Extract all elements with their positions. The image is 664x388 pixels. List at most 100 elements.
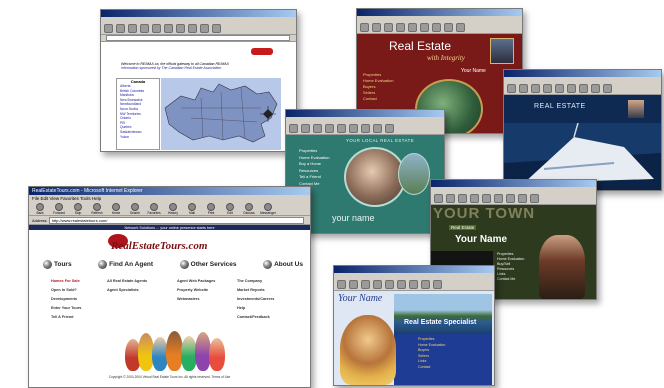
globe-icon [43,260,52,269]
nav-link[interactable]: Contact Me [497,277,524,282]
badge-label: Real Estate [449,225,477,230]
link-item[interactable]: Agent Specialists [107,286,147,295]
agent-name: Your Name [455,234,508,245]
toolbar-button[interactable]: Search [126,203,144,215]
link-column: All Real Estate Agents Agent Specialists [107,277,147,295]
realestatetours-window[interactable]: RealEstateTours.com - Microsoft Internet… [28,186,311,388]
nav-header[interactable]: Tours [43,260,72,269]
toolbar-label: Back [36,211,44,215]
yacht-site-window[interactable]: REAL ESTATE [503,69,662,191]
agent-photo [340,315,396,385]
toolbar-button[interactable]: Discuss [240,203,258,215]
nav-header-label: Tours [54,261,72,268]
address-label: Address [32,217,47,223]
link-item[interactable]: Investments/Careers [237,295,274,304]
window-titlebar [431,180,596,187]
nav-header[interactable]: Other Services [179,260,237,269]
address-bar[interactable] [101,35,296,42]
agent-photo [539,235,585,299]
toolbar-icon [131,203,139,211]
heading-line-2: Information sponsored by The Canadian Re… [121,66,222,70]
toolbar-icon [112,203,120,211]
toolbar-button[interactable]: Home [107,203,125,215]
toolbar-label: Discuss [243,211,255,215]
link-column: Agent Web Packages Property Website Webmas… [177,277,215,304]
toolbar-icon [55,203,63,211]
link-item[interactable]: Contact/Feedback [237,313,274,322]
window-titlebar: RealEstateTours.com - Microsoft Internet… [29,187,310,195]
toolbar-label: Refresh [91,211,103,215]
nav-link[interactable]: Contact [363,96,393,102]
address-bar[interactable]: Address http://www.realestatetours.com/ [29,216,310,225]
link-item[interactable]: Webmasters [177,295,215,304]
toolbar-label: Edit [227,211,233,215]
toolbar-label: Messenger [260,211,276,215]
site-title: Real Estate Specialist [404,319,477,326]
globe-icon [263,260,273,269]
site-logo [251,48,273,55]
agent-photo [490,38,514,64]
specialist-site-window[interactable]: Your Name Real Estate Specialist Propert… [333,265,495,386]
link-item[interactable]: Property Website [177,286,215,295]
globe-icon [98,260,108,269]
toolbar-button[interactable]: Edit [221,203,239,215]
town-banner: YOUR TOWN [433,205,536,222]
window-titlebar [101,10,296,17]
toolbar-button[interactable]: Back [31,203,49,215]
link-item[interactable]: Tell A Friend [51,313,81,322]
nav-header-label: About Us [274,261,303,268]
agent-name: Your Name [338,293,383,304]
site-header: YOUR LOCAL REAL ESTATE [346,138,415,143]
globe-icon [179,260,189,269]
canada-map[interactable] [161,78,281,150]
link-item[interactable]: Help [237,304,274,313]
toolbar-button[interactable]: Favorites [145,203,163,215]
window-titlebar [357,9,522,16]
landscape-photo [398,153,430,195]
toolbar-button[interactable]: History [164,203,182,215]
toolbar-button[interactable]: Messenger [259,203,277,215]
province-list: Alberta British Columbia Manitoba New Bruns… [117,84,159,139]
province-link[interactable]: Yukon [120,135,159,140]
toolbar-icon [150,203,158,211]
toolbar-label: Forward [53,211,65,215]
address-field[interactable]: http://www.realestatetours.com/ [48,216,304,224]
canada-site-window[interactable]: Welcome to RE/MAX.ca, the official gatew… [100,9,297,152]
agent-photo-circle [344,147,406,207]
toolbar [286,123,444,135]
toolbar-icon [169,203,177,211]
site-nav: Properties Home Evaluation Buy/Sell Resourc… [497,252,524,282]
province-sidebar: Canada Alberta British Columbia Manitoba Ne… [116,78,160,150]
link-item[interactable]: Open In Sold? [51,286,81,295]
site-title: Real Estate [389,39,452,53]
toolbar-label: Print [207,211,215,215]
lake-photo [394,294,492,334]
agent-name: your name [332,213,375,223]
link-item[interactable]: All Real Estate Agents [107,277,147,286]
nav-link[interactable]: Contact [418,365,445,371]
toolbar [504,83,661,95]
toolbar-button[interactable]: Forward [50,203,68,215]
link-item[interactable]: Agent Web Packages [177,277,215,286]
link-item[interactable]: Enter Your Tours [51,304,81,313]
nav-header[interactable]: About Us [263,260,303,269]
main-nav: Tours Find An Agent Other Services About Us [43,260,303,269]
toolbar [357,22,522,34]
nav-header[interactable]: Find An Agent [98,260,153,269]
window-titlebar [334,266,494,273]
link-item[interactable]: Homes For Sale [51,277,81,286]
site-nav: Properties Home Evaluation Buy a Home Resou… [299,148,329,187]
toolbar-button[interactable]: Stop [69,203,87,215]
toolbar-label: History [168,211,178,215]
link-item[interactable]: Developments [51,295,81,304]
toolbar [334,279,494,291]
site-nav: Properties Home Evaluation Buyers Sellers Li… [418,337,445,370]
toolbar-button[interactable]: Refresh [88,203,106,215]
toolbar-button[interactable]: Mail [183,203,201,215]
site-subtitle: with Integrity [427,54,465,62]
link-item[interactable]: The Company [237,277,274,286]
site-title: REAL ESTATE [534,103,586,110]
toolbar-button[interactable]: Print [202,203,220,215]
link-item[interactable]: Market Reports [237,286,274,295]
toolbar-icon [188,203,196,211]
